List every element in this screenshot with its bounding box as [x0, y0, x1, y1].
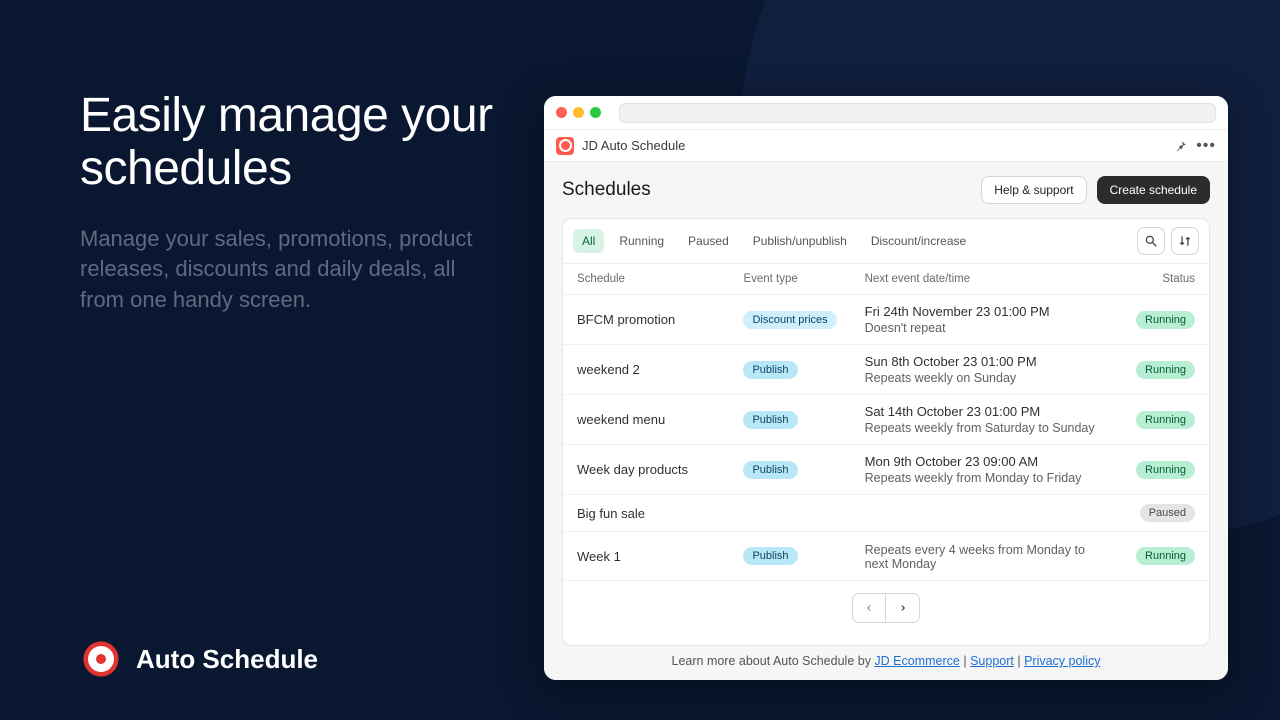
tab-running[interactable]: Running [610, 229, 673, 253]
filter-tabs: All Running Paused Publish/unpublish Dis… [563, 219, 1209, 264]
tab-all[interactable]: All [573, 229, 604, 253]
url-bar[interactable] [619, 103, 1216, 123]
tab-discount-increase[interactable]: Discount/increase [862, 229, 975, 253]
page-header: Schedules Help & support Create schedule [562, 176, 1210, 204]
status-pill: Running [1136, 311, 1195, 329]
schedule-name-cell: weekend menu [563, 395, 729, 445]
event-type-pill: Publish [743, 361, 797, 379]
sort-icon[interactable] [1171, 227, 1199, 255]
tab-paused[interactable]: Paused [679, 229, 738, 253]
col-header-status: Status [1119, 264, 1209, 295]
brand-name: Auto Schedule [136, 644, 318, 675]
table-row[interactable]: weekend 2 Publish Sun 8th October 23 01:00… [563, 345, 1209, 395]
col-header-next: Next event date/time [851, 264, 1119, 295]
event-type-pill: Discount prices [743, 311, 836, 329]
next-event-line2: Repeats weekly from Saturday to Sunday [865, 421, 1105, 435]
next-event-line2: Repeats every 4 weeks from Monday to nex… [865, 543, 1105, 571]
page-next-button[interactable] [886, 593, 920, 623]
app-title: JD Auto Schedule [582, 138, 685, 153]
status-pill: Running [1136, 461, 1195, 479]
tab-publish-unpublish[interactable]: Publish/unpublish [744, 229, 856, 253]
pin-icon[interactable] [1174, 139, 1188, 153]
schedules-card: All Running Paused Publish/unpublish Dis… [562, 218, 1210, 646]
schedule-name-cell: Big fun sale [563, 495, 729, 532]
next-event-line2: Doesn't repeat [865, 321, 1105, 335]
schedule-name-cell: Week day products [563, 445, 729, 495]
next-event-line1: Sun 8th October 23 01:00 PM [865, 354, 1105, 369]
next-event-line1: Mon 9th October 23 09:00 AM [865, 454, 1105, 469]
more-menu-icon[interactable]: ••• [1196, 137, 1216, 155]
status-pill: Running [1136, 361, 1195, 379]
help-support-button[interactable]: Help & support [981, 176, 1086, 204]
app-window: JD Auto Schedule ••• Schedules Help & su… [544, 96, 1228, 680]
schedules-table: Schedule Event type Next event date/time… [563, 264, 1209, 581]
app-toolbar: JD Auto Schedule ••• [544, 130, 1228, 162]
next-event-line2: Repeats weekly on Sunday [865, 371, 1105, 385]
event-type-pill: Publish [743, 411, 797, 429]
window-titlebar [544, 96, 1228, 130]
brand-lockup: Auto Schedule [80, 638, 318, 680]
event-type-pill: Publish [743, 461, 797, 479]
col-header-schedule: Schedule [563, 264, 729, 295]
event-type-pill: Publish [743, 547, 797, 565]
schedule-name-cell: weekend 2 [563, 345, 729, 395]
status-pill: Running [1136, 547, 1195, 565]
minimize-window-icon[interactable] [573, 107, 584, 118]
maximize-window-icon[interactable] [590, 107, 601, 118]
search-icon[interactable] [1137, 227, 1165, 255]
footer-prefix: Learn more about Auto Schedule by [672, 654, 875, 668]
target-logo-icon [80, 638, 122, 680]
footer-links: Learn more about Auto Schedule by JD Eco… [562, 646, 1210, 670]
marketing-headline: Easily manage your schedules [80, 90, 500, 196]
footer-link-privacy[interactable]: Privacy policy [1024, 654, 1100, 668]
next-event-line2: Repeats weekly from Monday to Friday [865, 471, 1105, 485]
create-schedule-button[interactable]: Create schedule [1097, 176, 1210, 204]
col-header-event: Event type [729, 264, 850, 295]
status-pill: Paused [1140, 504, 1195, 522]
footer-link-jd[interactable]: JD Ecommerce [874, 654, 959, 668]
next-event-line1: Fri 24th November 23 01:00 PM [865, 304, 1105, 319]
next-event-line1: Sat 14th October 23 01:00 PM [865, 404, 1105, 419]
schedule-name-cell: Week 1 [563, 532, 729, 581]
app-logo-icon [556, 137, 574, 155]
marketing-sub: Manage your sales, promotions, product r… [80, 224, 500, 316]
page-title: Schedules [562, 179, 651, 201]
marketing-copy: Easily manage your schedules Manage your… [80, 90, 500, 316]
page-prev-button[interactable] [852, 593, 886, 623]
close-window-icon[interactable] [556, 107, 567, 118]
table-row[interactable]: Week day products Publish Mon 9th October … [563, 445, 1209, 495]
table-row[interactable]: weekend menu Publish Sat 14th October 23 0… [563, 395, 1209, 445]
table-row[interactable]: Week 1 Publish Repeats every 4 weeks from … [563, 532, 1209, 581]
pagination [563, 581, 1209, 635]
schedule-name-cell: BFCM promotion [563, 295, 729, 345]
status-pill: Running [1136, 411, 1195, 429]
table-row[interactable]: BFCM promotion Discount prices Fri 24th No… [563, 295, 1209, 345]
footer-link-support[interactable]: Support [970, 654, 1014, 668]
table-row[interactable]: Big fun sale Paused [563, 495, 1209, 532]
